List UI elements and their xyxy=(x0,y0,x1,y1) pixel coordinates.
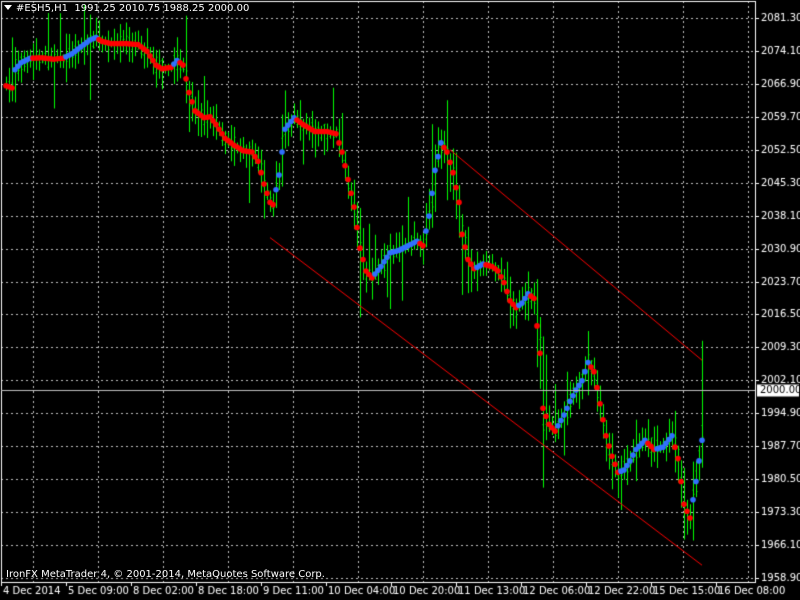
symbol-timeframe: #ESH5,H1 xyxy=(16,3,68,14)
chart-header: #ESH5,H1 1991.25 2010.75 1988.25 2000.00 xyxy=(4,3,249,14)
price-chart-canvas[interactable] xyxy=(0,0,800,600)
copyright-text: IronFX MetaTrader 4, © 2001-2014, MetaQu… xyxy=(6,569,325,580)
chevron-down-icon[interactable] xyxy=(4,5,12,10)
ohlc-values: 1991.25 2010.75 1988.25 2000.00 xyxy=(74,3,250,14)
